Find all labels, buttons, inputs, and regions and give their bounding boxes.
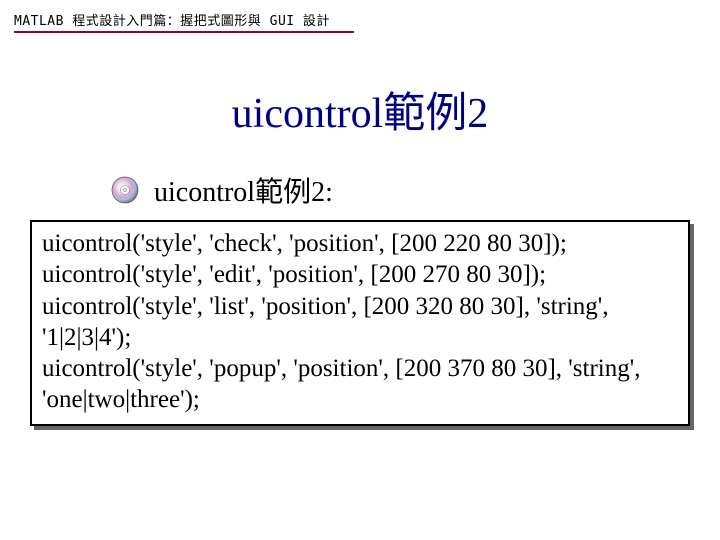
disc-icon xyxy=(110,175,140,205)
code-box: uicontrol('style', 'check', 'position', … xyxy=(30,220,690,426)
code-line-4: uicontrol('style', 'popup', 'position', … xyxy=(42,353,678,416)
slide-title: uicontrol範例2 xyxy=(0,79,720,140)
header-text: MATLAB 程式設計入門篇：握把式圖形與 GUI 設計 xyxy=(14,10,706,29)
subtitle-text: uicontrol範例2: xyxy=(154,170,333,210)
header-underline xyxy=(14,31,354,33)
code-line-1: uicontrol('style', 'check', 'position', … xyxy=(42,228,678,259)
subtitle-row: uicontrol範例2: xyxy=(110,170,720,210)
slide-header: MATLAB 程式設計入門篇：握把式圖形與 GUI 設計 xyxy=(0,0,720,39)
code-line-2: uicontrol('style', 'edit', 'position', [… xyxy=(42,259,678,290)
code-line-3: uicontrol('style', 'list', 'position', [… xyxy=(42,291,678,354)
